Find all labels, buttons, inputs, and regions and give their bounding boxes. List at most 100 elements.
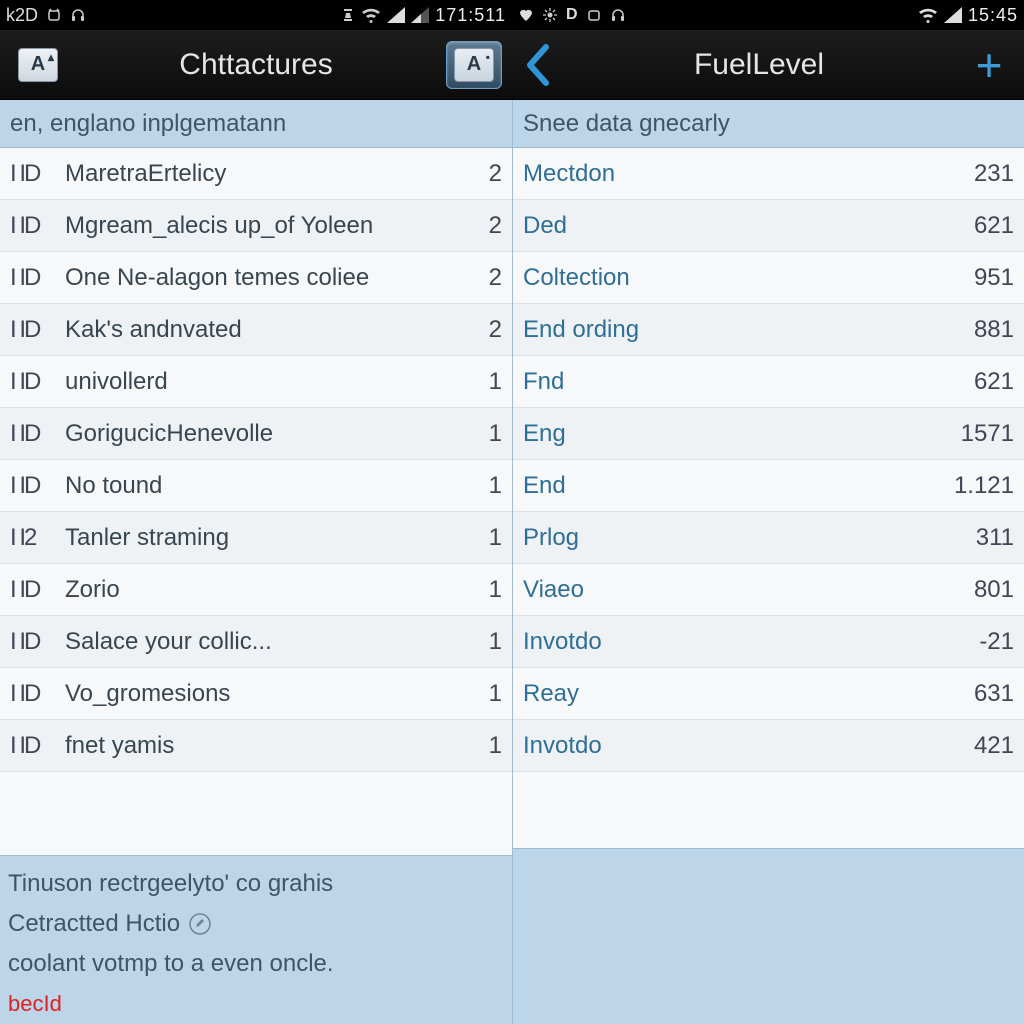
row-label: Tanler straming — [65, 524, 466, 552]
row-count: 2 — [466, 264, 502, 292]
row-count: 1 — [466, 732, 502, 760]
row-id: I ID — [10, 368, 65, 396]
status-text: k2D — [6, 5, 38, 26]
row-id: I ID — [10, 316, 65, 344]
row-value: 621 — [924, 212, 1014, 240]
row-label: Viaeo — [523, 576, 924, 604]
status-clock-right: 15:45 — [968, 5, 1018, 26]
row-count: 2 — [466, 160, 502, 188]
text-size-button-left[interactable]: A▴ — [10, 41, 66, 89]
list-right[interactable]: Mectdon231Ded621Coltection951End ording8… — [512, 148, 1024, 848]
row-id: I ID — [10, 212, 65, 240]
row-value: 621 — [924, 368, 1014, 396]
headphones-icon — [70, 7, 86, 23]
row-id: I ID — [10, 472, 65, 500]
table-row[interactable]: End1.121 — [513, 460, 1024, 512]
settings-mini-icon — [542, 7, 558, 23]
page-title-left: Chttactures — [66, 48, 446, 82]
table-row[interactable]: Ded621 — [513, 200, 1024, 252]
row-count: 1 — [466, 524, 502, 552]
table-row[interactable]: I IDNo tound1 — [0, 460, 512, 512]
signal-full-icon — [387, 7, 405, 23]
row-id: I ID — [10, 420, 65, 448]
status-bar-right: D 15:45 — [512, 0, 1024, 30]
table-row[interactable]: Viaeo801 — [513, 564, 1024, 616]
table-row[interactable]: Mectdon231 — [513, 148, 1024, 200]
row-id: I ID — [10, 628, 65, 656]
signal2-icon — [944, 7, 962, 23]
row-value: 1.121 — [924, 472, 1014, 500]
heart-icon — [518, 7, 534, 23]
table-row[interactable]: I IDVo_gromesions1 — [0, 668, 512, 720]
alarm-icon — [46, 7, 62, 23]
footer-alert: becId — [8, 984, 62, 1024]
row-value: 311 — [924, 524, 1014, 552]
alarm2-icon — [586, 7, 602, 23]
table-row[interactable]: End ording881 — [513, 304, 1024, 356]
footer-panel: Tinuson rectrgeelyto' co grahis Cetractt… — [0, 855, 512, 1024]
row-count: 1 — [466, 368, 502, 396]
page-title-right: FuelLevel — [554, 48, 964, 82]
row-id: I I2 — [10, 524, 65, 552]
title-bar-right: FuelLevel + — [512, 30, 1024, 100]
table-row[interactable]: I IDMgream_alecis up_of Yoleen2 — [0, 200, 512, 252]
wifi2-icon — [918, 7, 938, 23]
row-count: 1 — [466, 420, 502, 448]
row-label: univollerd — [65, 368, 466, 396]
moon-d-icon: D — [566, 6, 578, 24]
row-count: 2 — [466, 316, 502, 344]
row-label: Ded — [523, 212, 924, 240]
section-header-left: en, englano inplgematann — [0, 100, 512, 148]
add-button[interactable]: + — [964, 38, 1014, 92]
text-size-button-right[interactable]: A▪ — [446, 41, 502, 89]
row-id: I ID — [10, 264, 65, 292]
row-id: I ID — [10, 680, 65, 708]
title-bar-left: A▴ Chttactures A▪ — [0, 30, 512, 100]
table-row[interactable]: Reay631 — [513, 668, 1024, 720]
table-row[interactable]: Eng1571 — [513, 408, 1024, 460]
table-row[interactable]: I IDunivollerd1 — [0, 356, 512, 408]
status-clock: 171:511 — [435, 5, 506, 26]
row-count: 1 — [466, 628, 502, 656]
row-label: fnet yamis — [65, 732, 466, 760]
table-row[interactable]: I IDKak's andnvated2 — [0, 304, 512, 356]
table-row[interactable]: Coltection951 — [513, 252, 1024, 304]
footer-line3: coolant votmp to a even oncle. — [8, 944, 334, 984]
table-row[interactable]: I IDOne Ne-alagon temes coliee2 — [0, 252, 512, 304]
row-count: 1 — [466, 576, 502, 604]
row-label: Salace your collic... — [65, 628, 466, 656]
footer-line2: Cetractted Hctio — [8, 904, 180, 944]
list-left[interactable]: I IDMaretraErtelicy2I IDMgream_alecis up… — [0, 148, 512, 855]
table-row[interactable]: Invotdo-21 — [513, 616, 1024, 668]
row-value: 631 — [924, 680, 1014, 708]
left-pane: k2D 171:511 A▴ Chttactures A▪ en, engla — [0, 0, 512, 1024]
table-row[interactable]: Fnd621 — [513, 356, 1024, 408]
table-row[interactable]: I IDGorigucicHenevolle1 — [0, 408, 512, 460]
row-label: End — [523, 472, 924, 500]
table-row[interactable]: Invotdo421 — [513, 720, 1024, 772]
table-row[interactable]: I IDSalace your collic...1 — [0, 616, 512, 668]
row-value: 231 — [924, 160, 1014, 188]
edit-icon[interactable] — [188, 912, 212, 936]
row-count: 2 — [466, 212, 502, 240]
row-label: Reay — [523, 680, 924, 708]
status-bar-left: k2D 171:511 — [0, 0, 512, 30]
row-label: Coltection — [523, 264, 924, 292]
table-row[interactable]: I IDMaretraErtelicy2 — [0, 148, 512, 200]
table-row[interactable]: I IDfnet yamis1 — [0, 720, 512, 772]
table-row[interactable]: Prlog311 — [513, 512, 1024, 564]
table-row[interactable]: I I2Tanler straming1 — [0, 512, 512, 564]
row-label: GorigucicHenevolle — [65, 420, 466, 448]
signal-partial-icon — [411, 7, 429, 23]
row-id: I ID — [10, 160, 65, 188]
section-header-right: Snee data gnecarly — [512, 100, 1024, 148]
row-value: 421 — [924, 732, 1014, 760]
back-button[interactable] — [522, 43, 554, 87]
footer-panel-right — [512, 848, 1024, 1024]
table-row[interactable]: I IDZorio1 — [0, 564, 512, 616]
row-count: 1 — [466, 472, 502, 500]
row-value: -21 — [924, 628, 1014, 656]
headphones2-icon — [610, 7, 626, 23]
row-label: MaretraErtelicy — [65, 160, 466, 188]
wifi-icon — [361, 7, 381, 23]
